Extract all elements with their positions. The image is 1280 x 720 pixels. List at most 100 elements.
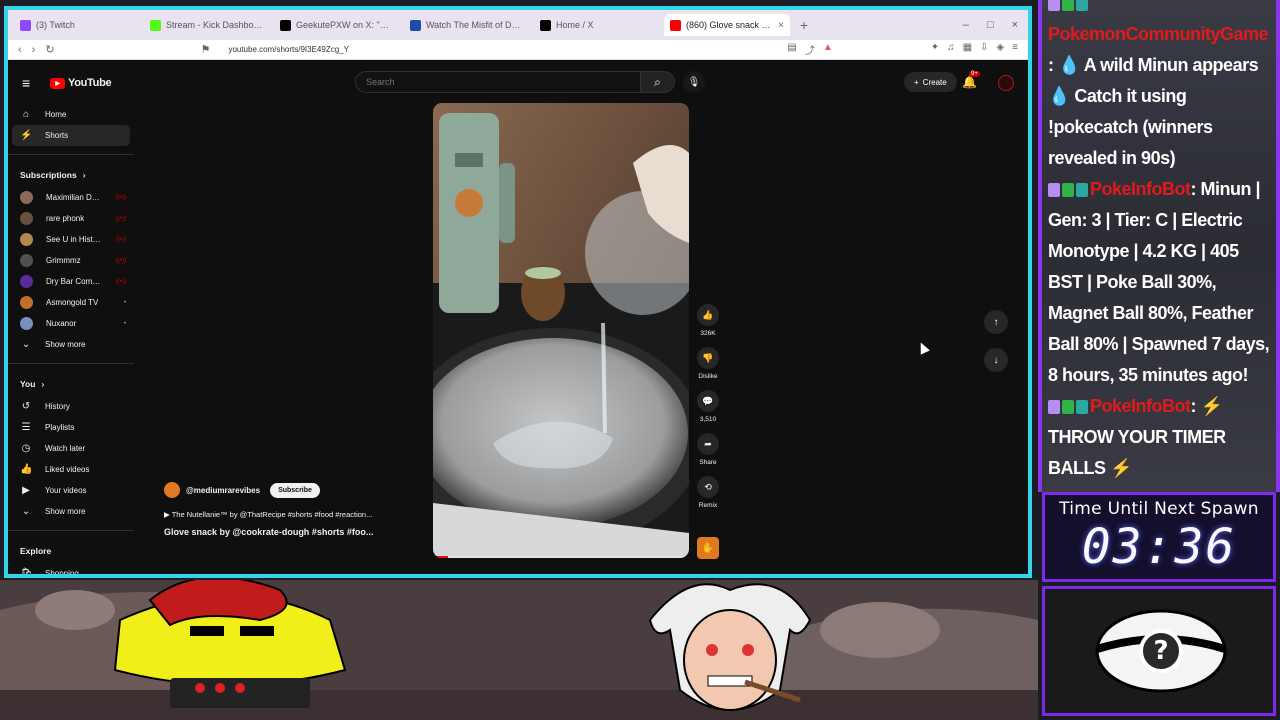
chat-text: : Minun | Gen: 3 | Tier: C | Electric Mo… bbox=[1048, 179, 1270, 385]
site-icon bbox=[410, 19, 421, 31]
video-progress-fill bbox=[433, 556, 449, 558]
previous-short-button[interactable]: ↑ bbox=[984, 310, 1008, 334]
address-bar: ‹ › ↻ ⚑ youtube.com/shorts/9I3E49Zcg_Y ▤… bbox=[8, 40, 1028, 60]
browser-tab[interactable]: Home / X bbox=[534, 14, 660, 36]
sidebar-item[interactable]: ▶ Your videos bbox=[8, 480, 134, 501]
next-short-button[interactable]: ↓ bbox=[984, 348, 1008, 372]
sidebar-item[interactable]: 🛍 Shopping bbox=[8, 563, 134, 578]
browser-tab[interactable]: (3) Twitch bbox=[14, 14, 140, 36]
sidebar-item-label: Home bbox=[45, 110, 67, 119]
chat-message: : 💧 A wild Minun appears 💧 Catch it usin… bbox=[1048, 50, 1272, 174]
glove-icon: ✋ bbox=[701, 542, 715, 554]
svg-text:?: ? bbox=[1153, 636, 1168, 666]
remix-button[interactable]: ⟲ bbox=[697, 476, 719, 498]
plus-icon: + bbox=[914, 77, 919, 87]
short-title[interactable]: Glove snack by @cookrate-dough #shorts #… bbox=[164, 527, 414, 537]
share-button[interactable]: ➦ bbox=[697, 433, 719, 455]
comments-action: 💬 3,510 bbox=[696, 390, 720, 423]
download-icon[interactable]: ⇩ bbox=[980, 42, 988, 57]
subscription-item[interactable]: Nuxanor • bbox=[8, 313, 134, 334]
channel-name[interactable]: @mediumrarevibes bbox=[186, 486, 260, 495]
sidebar-item[interactable]: ⌂ Home bbox=[8, 104, 134, 125]
chat-message: PokeInfoBot: Minun | Gen: 3 | Tier: C | … bbox=[1048, 174, 1272, 391]
subscription-item[interactable]: Maximilian Dood ((•)) bbox=[8, 187, 134, 208]
vpn-icon[interactable]: ◈ bbox=[996, 42, 1004, 57]
x-icon bbox=[280, 19, 291, 31]
channel-avatar bbox=[20, 317, 33, 330]
chevron-down-icon: ⌄ bbox=[21, 506, 31, 517]
music-icon[interactable]: ♫ bbox=[947, 42, 955, 57]
sidebar-section-heading[interactable]: Subscriptions › bbox=[8, 163, 134, 187]
tab-title: Stream - Kick Dashboard bbox=[166, 20, 264, 30]
forward-icon[interactable]: › bbox=[32, 44, 36, 56]
subscription-item[interactable]: Asmongold TV • bbox=[8, 292, 134, 313]
sidebar-item[interactable]: ↺ History bbox=[8, 396, 134, 417]
sidebar-item[interactable]: ◷ Watch later bbox=[8, 438, 134, 459]
minimize-icon[interactable]: – bbox=[963, 19, 969, 31]
thumbs-down-icon: 👎 bbox=[702, 352, 714, 363]
close-window-icon[interactable]: × bbox=[1012, 19, 1018, 31]
menu-icon[interactable]: ≡ bbox=[1012, 42, 1018, 57]
sound-link[interactable]: ▶ The Nutellanie™ by @ThatRecipe #shorts… bbox=[164, 510, 414, 519]
new-content-dot-icon: • bbox=[123, 299, 126, 306]
new-tab-button[interactable]: + bbox=[794, 17, 814, 33]
browser-tab[interactable]: Stream - Kick Dashboard bbox=[144, 14, 270, 36]
chevron-down-icon: ⌄ bbox=[21, 339, 31, 350]
create-label: Create bbox=[922, 77, 947, 87]
couch-scene bbox=[0, 580, 1038, 720]
sidebar-item[interactable]: ⌄ Show more bbox=[8, 501, 134, 522]
youtube-logo[interactable]: ▶ YouTube bbox=[50, 77, 112, 89]
subscription-item[interactable]: See U in History ... ((•)) bbox=[8, 229, 134, 250]
tab-title: Watch The Misfit of Demon King Ac bbox=[426, 20, 524, 30]
browser-tab[interactable]: Watch The Misfit of Demon King Ac bbox=[404, 14, 530, 36]
shopping-icon: 🛍 bbox=[20, 568, 33, 578]
subscription-item[interactable]: Grimmmz ((•)) bbox=[8, 250, 134, 271]
video-progress-bar[interactable] bbox=[433, 556, 689, 558]
sound-channel-thumbnail[interactable]: ✋ bbox=[697, 537, 719, 559]
bookmark-icon[interactable]: ⚑ bbox=[201, 43, 211, 56]
sidebar-item[interactable]: ☰ Playlists bbox=[8, 417, 134, 438]
dislike-button[interactable]: 👎 bbox=[697, 347, 719, 369]
browser-tab[interactable]: GeekutePXW on X: "AlhamduMah bbox=[274, 14, 400, 36]
live-icon: ((•)) bbox=[115, 194, 126, 201]
chat-text: : 💧 A wild Minun appears 💧 Catch it usin… bbox=[1048, 55, 1259, 168]
sidebar-item[interactable]: ⌄ Show more bbox=[8, 334, 134, 355]
sidebar: ⌂ Home ⚡ Shorts Subscriptions › Maximilian Doo… bbox=[8, 104, 134, 578]
browser-tab[interactable]: (860) Glove snack by @cook × bbox=[664, 14, 790, 36]
share-action: ➦ Share bbox=[696, 433, 720, 466]
hamburger-icon[interactable]: ≡ bbox=[22, 75, 46, 91]
account-avatar[interactable] bbox=[998, 75, 1014, 91]
url-field[interactable]: youtube.com/shorts/9I3E49Zcg_Y bbox=[228, 45, 349, 54]
thumbs-up-icon: 👍 bbox=[702, 309, 714, 320]
close-tab-icon[interactable]: × bbox=[778, 20, 784, 31]
subscription-item[interactable]: Dry Bar Comedy ((•)) bbox=[8, 271, 134, 292]
subscription-item[interactable]: rare phonk ((•)) bbox=[8, 208, 134, 229]
extension-icon[interactable]: ▤ bbox=[787, 42, 796, 57]
shield-icon[interactable]: ▲ bbox=[823, 42, 833, 57]
notifications-bell-icon[interactable]: 🔔 bbox=[962, 75, 977, 89]
channel-avatar[interactable] bbox=[164, 482, 180, 498]
like-button[interactable]: 👍 bbox=[697, 304, 719, 326]
sidebar-section-heading[interactable]: You › bbox=[8, 372, 134, 396]
create-button[interactable]: + Create bbox=[904, 72, 957, 92]
mic-button[interactable]: 🎙 bbox=[683, 71, 705, 93]
comments-button[interactable]: 💬 bbox=[697, 390, 719, 412]
subscription-label: See U in History ... bbox=[46, 235, 103, 244]
puzzle-icon[interactable]: ✦ bbox=[931, 42, 939, 57]
like-action: 👍 326K bbox=[696, 304, 720, 337]
share-icon[interactable]: ⤴ bbox=[805, 42, 815, 57]
mouse-cursor bbox=[916, 340, 930, 355]
search-button[interactable]: ⌕ bbox=[641, 71, 675, 93]
sidebar-section-heading[interactable]: Explore bbox=[8, 539, 134, 563]
sidebar-icon[interactable]: ▦ bbox=[963, 42, 972, 57]
reload-icon[interactable]: ↻ bbox=[45, 43, 54, 56]
back-icon[interactable]: ‹ bbox=[18, 44, 22, 56]
mic-icon: 🎙 bbox=[687, 76, 701, 88]
sidebar-item[interactable]: ⚡ Shorts bbox=[12, 125, 130, 146]
remix-action: ⟲ Remix bbox=[696, 476, 720, 509]
search-input[interactable] bbox=[355, 71, 641, 93]
sidebar-item[interactable]: 👍 Liked videos bbox=[8, 459, 134, 480]
maximize-icon[interactable]: □ bbox=[987, 19, 994, 31]
short-video-player[interactable] bbox=[433, 103, 689, 558]
subscribe-button[interactable]: Subscribe bbox=[270, 482, 320, 498]
